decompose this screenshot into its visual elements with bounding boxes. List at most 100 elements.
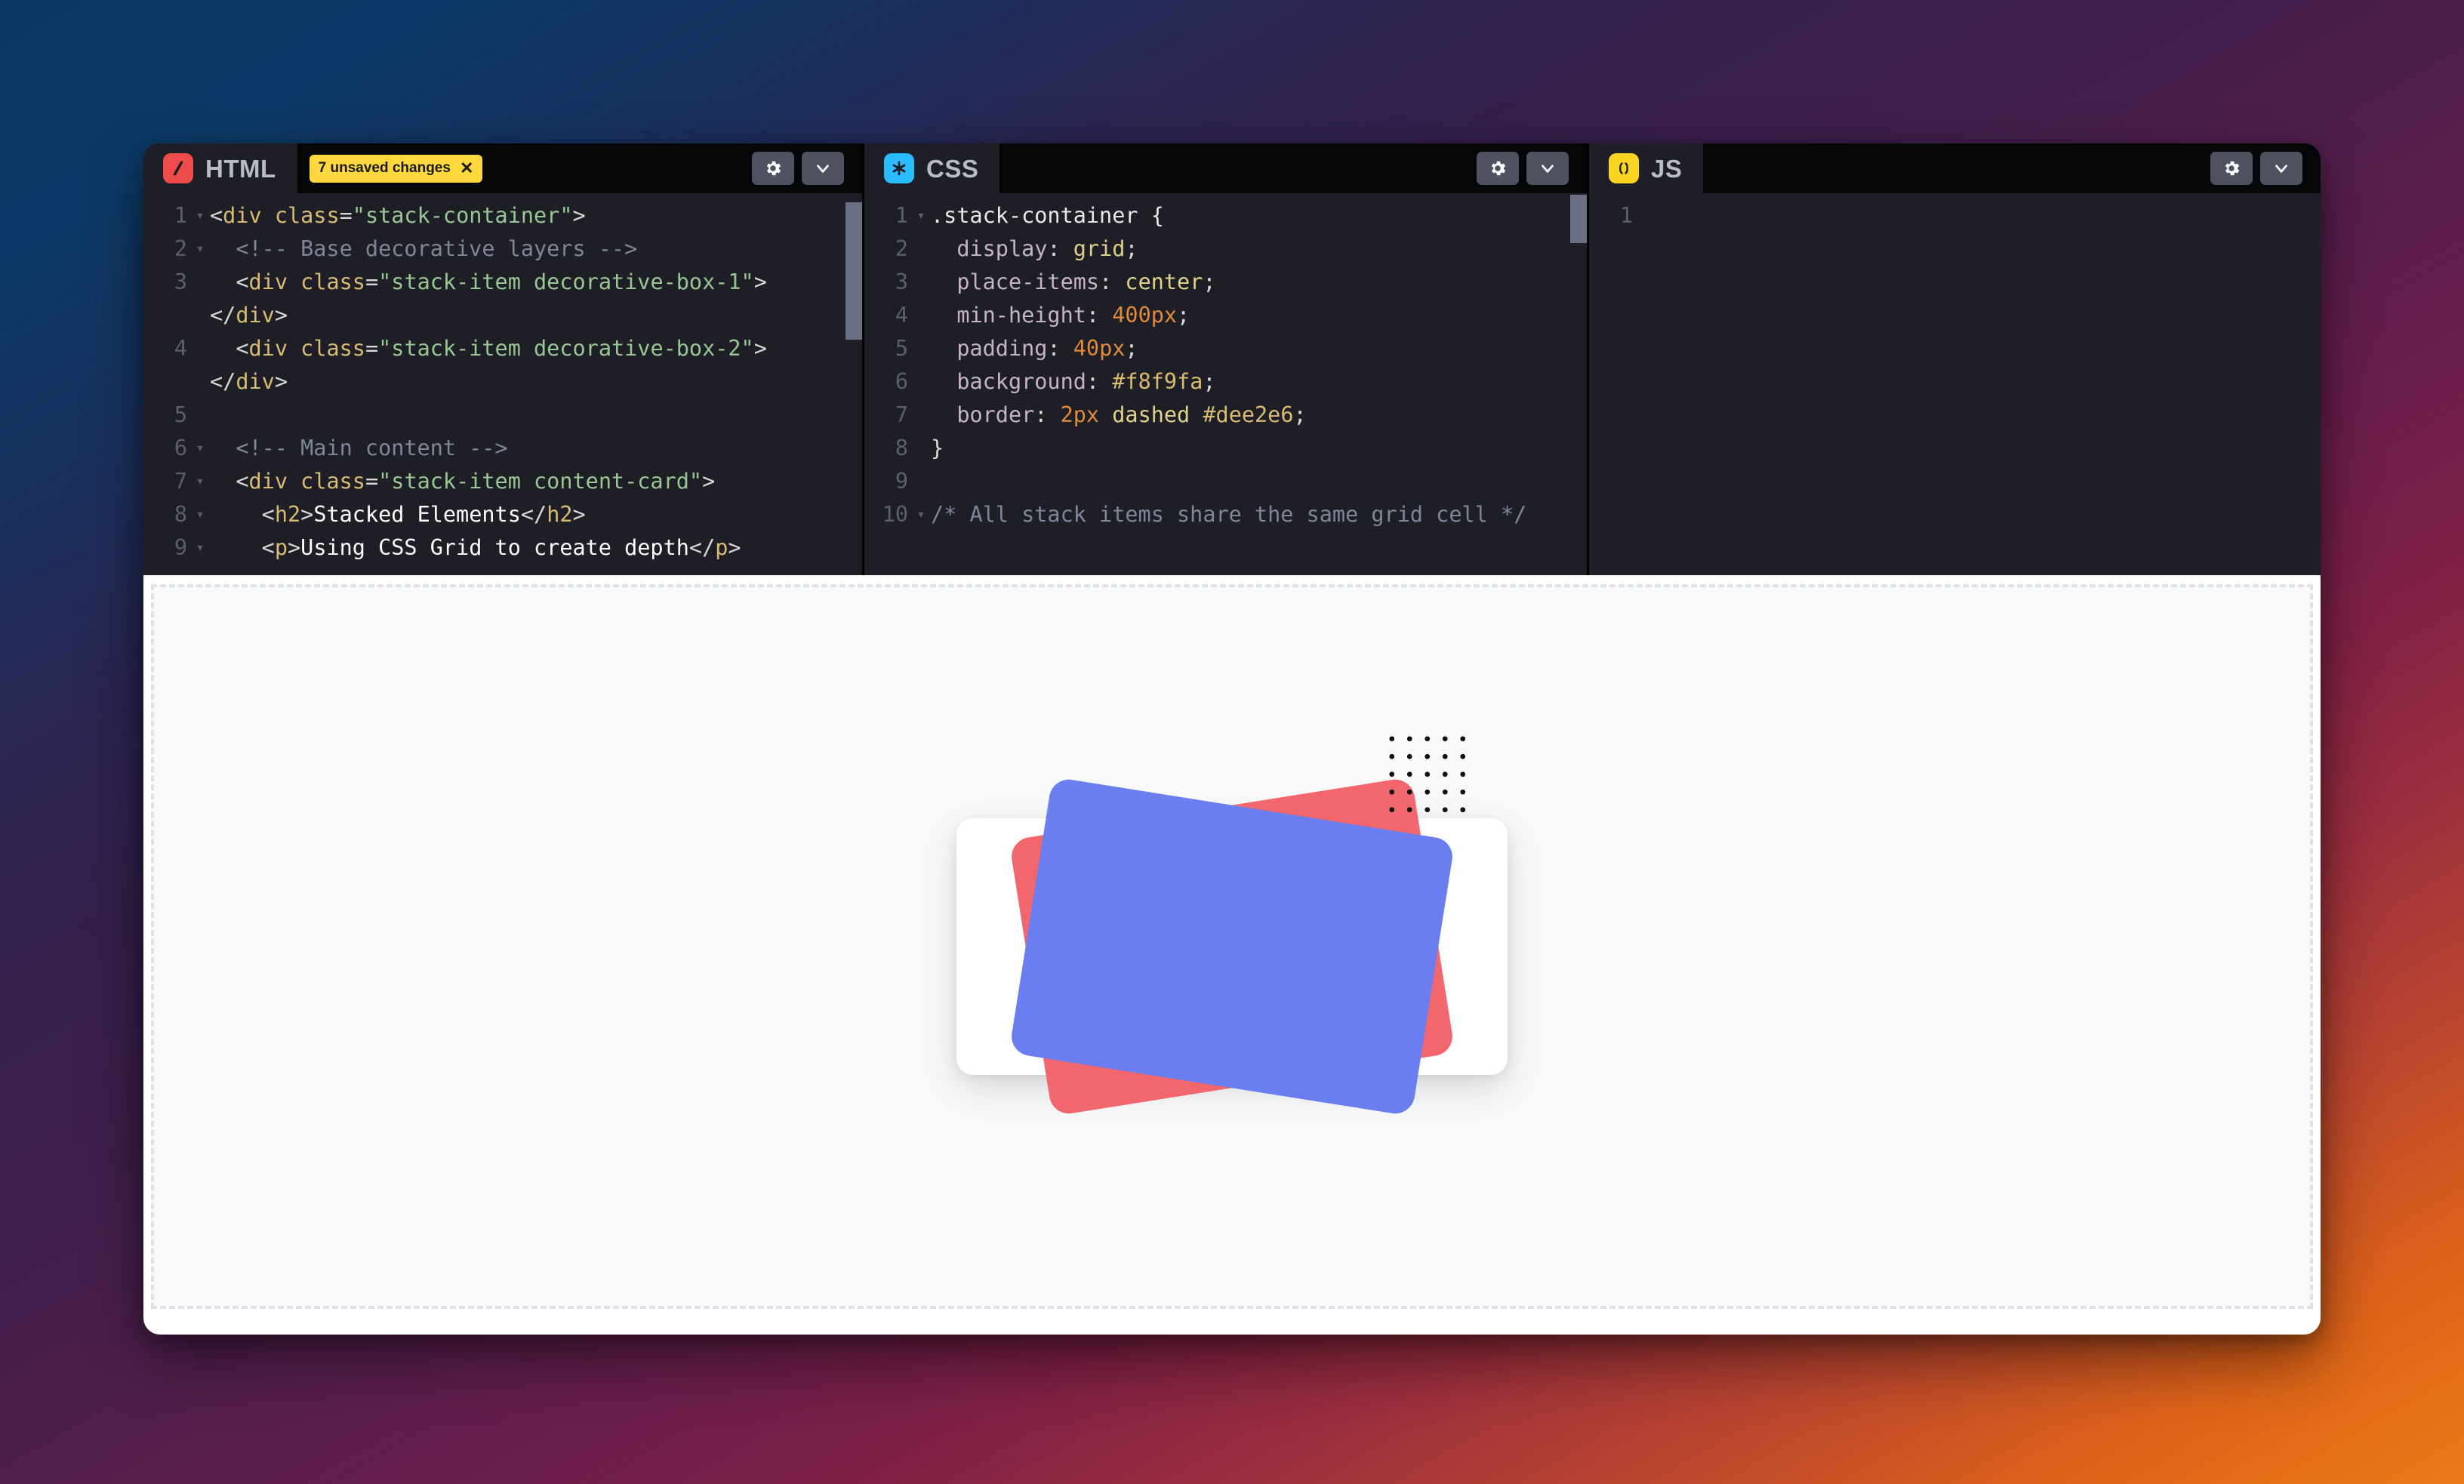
editor-scrollbar-html[interactable] [845,202,862,340]
code-lines-css: 1 ▾ .stack-container {2 display: grid; 3 pl… [864,193,1587,531]
line-number: 5 [174,402,187,427]
line-number: 3 [895,269,908,294]
fold-toggle-icon[interactable]: ▾ [190,465,210,498]
code-text: <div class="stack-item content-card"> [210,469,716,494]
line-number: 4 [895,303,908,328]
code-text: /* All stack items share the same grid c… [931,502,1527,527]
pane-actions-html [752,152,862,185]
code-text: background: #f8f9fa; [931,369,1216,394]
code-line: 8 ▾ <h2>Stacked Elements</h2> [143,498,862,531]
code-line: 5 padding: 40px; [864,332,1587,365]
pane-actions-css [1477,152,1587,185]
editor-pane-js: JS 1 [1587,143,2321,575]
line-number: 1 [174,203,187,228]
code-line: 5 [143,399,862,432]
tab-js[interactable]: JS [1589,143,1704,193]
settings-button-css[interactable] [1477,152,1519,185]
editor-scrollbar-css[interactable] [1570,195,1587,243]
code-text: <p>Using CSS Grid to create depth</p> [210,535,741,560]
fold-toggle-icon[interactable]: ▾ [190,498,210,531]
code-text: min-height: 400px; [931,303,1190,328]
line-number: 8 [174,502,187,527]
code-text: border: 2px dashed #dee2e6; [931,402,1307,427]
code-line: 6 background: #f8f9fa; [864,365,1587,399]
code-text: .stack-container { [931,203,1164,228]
code-text: <!-- Main content --> [210,436,508,460]
tab-css[interactable]: CSS [864,143,1000,193]
line-number: 6 [895,369,908,394]
code-line: 2 ▾ <!-- Base decorative layers --> [143,232,862,266]
line-number: 7 [895,402,908,427]
pane-header-js: JS [1589,143,2321,193]
code-line: 3 place-items: center; [864,266,1587,299]
fold-toggle-icon[interactable]: ▾ [911,199,931,232]
fold-toggle-icon[interactable]: ▾ [190,199,210,232]
js-parens-icon [1609,153,1639,183]
code-line: 2 display: grid; [864,232,1587,266]
code-line: 3 <div class="stack-item decorative-box-… [143,266,862,332]
fold-toggle-icon[interactable]: ▾ [190,432,210,465]
code-line: 7 border: 2px dashed #dee2e6; [864,399,1587,432]
code-line: 4 min-height: 400px; [864,299,1587,332]
pane-header-html: HTML 7 unsaved changes ✕ [143,143,862,193]
line-number: 6 [174,436,187,460]
code-line: 8} [864,432,1587,465]
fold-toggle-icon[interactable]: ▾ [190,531,210,565]
code-area-css[interactable]: 1 ▾ .stack-container {2 display: grid; 3 pl… [864,193,1587,575]
settings-button-js[interactable] [2210,152,2253,185]
editor-pane-html: HTML 7 unsaved changes ✕ 1 ▾ <div class=… [143,143,862,575]
code-line: 9 [864,465,1587,498]
preview-pane: Stacked Elements Using CSS Grid to creat… [143,575,2321,1335]
tab-label-html: HTML [205,154,276,183]
code-lines-js: 1 [1589,193,2321,232]
editor-panes-row: HTML 7 unsaved changes ✕ 1 ▾ <div class=… [143,143,2321,575]
dot-pattern [1380,727,1469,816]
fold-toggle-icon[interactable]: ▾ [911,498,931,531]
line-number: 7 [174,469,187,494]
line-number: 1 [1619,203,1633,228]
code-text: place-items: center; [931,269,1216,294]
fold-toggle-icon[interactable]: ▾ [190,232,210,266]
tab-label-js: JS [1651,154,1683,183]
collapse-button-html[interactable] [802,152,844,185]
pane-header-css: CSS [864,143,1587,193]
tab-html[interactable]: HTML [143,143,297,193]
code-line: 4 <div class="stack-item decorative-box-… [143,332,862,399]
collapse-button-css[interactable] [1526,152,1569,185]
line-number: 9 [174,535,187,560]
unsaved-changes-badge[interactable]: 7 unsaved changes ✕ [309,154,483,183]
css-asterisk-icon [884,153,914,183]
code-area-html[interactable]: 1 ▾ <div class="stack-container"> 2 ▾ <!-- B… [143,193,862,575]
line-number: 3 [174,269,187,294]
html-slash-icon [163,153,193,183]
stack-grid: Stacked Elements Using CSS Grid to creat… [953,727,1511,1116]
pane-actions-js [2210,152,2321,185]
code-text: <h2>Stacked Elements</h2> [210,502,586,527]
line-number: 2 [895,236,908,261]
code-text: padding: 40px; [931,336,1138,361]
code-line: 1 ▾ <div class="stack-container"> [143,199,862,232]
code-line: 9 ▾ <p>Using CSS Grid to create depth</p> [143,531,862,565]
code-line: 1 [1589,199,2321,232]
line-number: 9 [895,469,908,494]
line-number: 5 [895,336,908,361]
settings-button-html[interactable] [752,152,794,185]
tab-label-css: CSS [926,154,979,183]
code-area-js[interactable]: 1 [1589,193,2321,575]
code-line: 7 ▾ <div class="stack-item content-card"> [143,465,862,498]
code-line: 10 ▾/* All stack items share the same gri… [864,498,1587,531]
stack-container: Stacked Elements Using CSS Grid to creat… [151,584,2313,1309]
line-number: 2 [174,236,187,261]
line-number: 10 [882,502,908,527]
code-text: <div class="stack-container"> [210,203,586,228]
code-text: <div class="stack-item decorative-box-2"… [210,336,767,394]
code-line: 6 ▾ <!-- Main content --> [143,432,862,465]
line-number: 4 [174,336,187,361]
code-lines-html: 1 ▾ <div class="stack-container"> 2 ▾ <!-- B… [143,193,862,565]
unsaved-changes-label: 7 unsaved changes [318,159,451,176]
code-text: <div class="stack-item decorative-box-1"… [210,269,767,328]
close-icon[interactable]: ✕ [460,159,473,177]
code-text: display: grid; [931,236,1138,261]
collapse-button-js[interactable] [2260,152,2302,185]
line-number: 8 [895,436,908,460]
